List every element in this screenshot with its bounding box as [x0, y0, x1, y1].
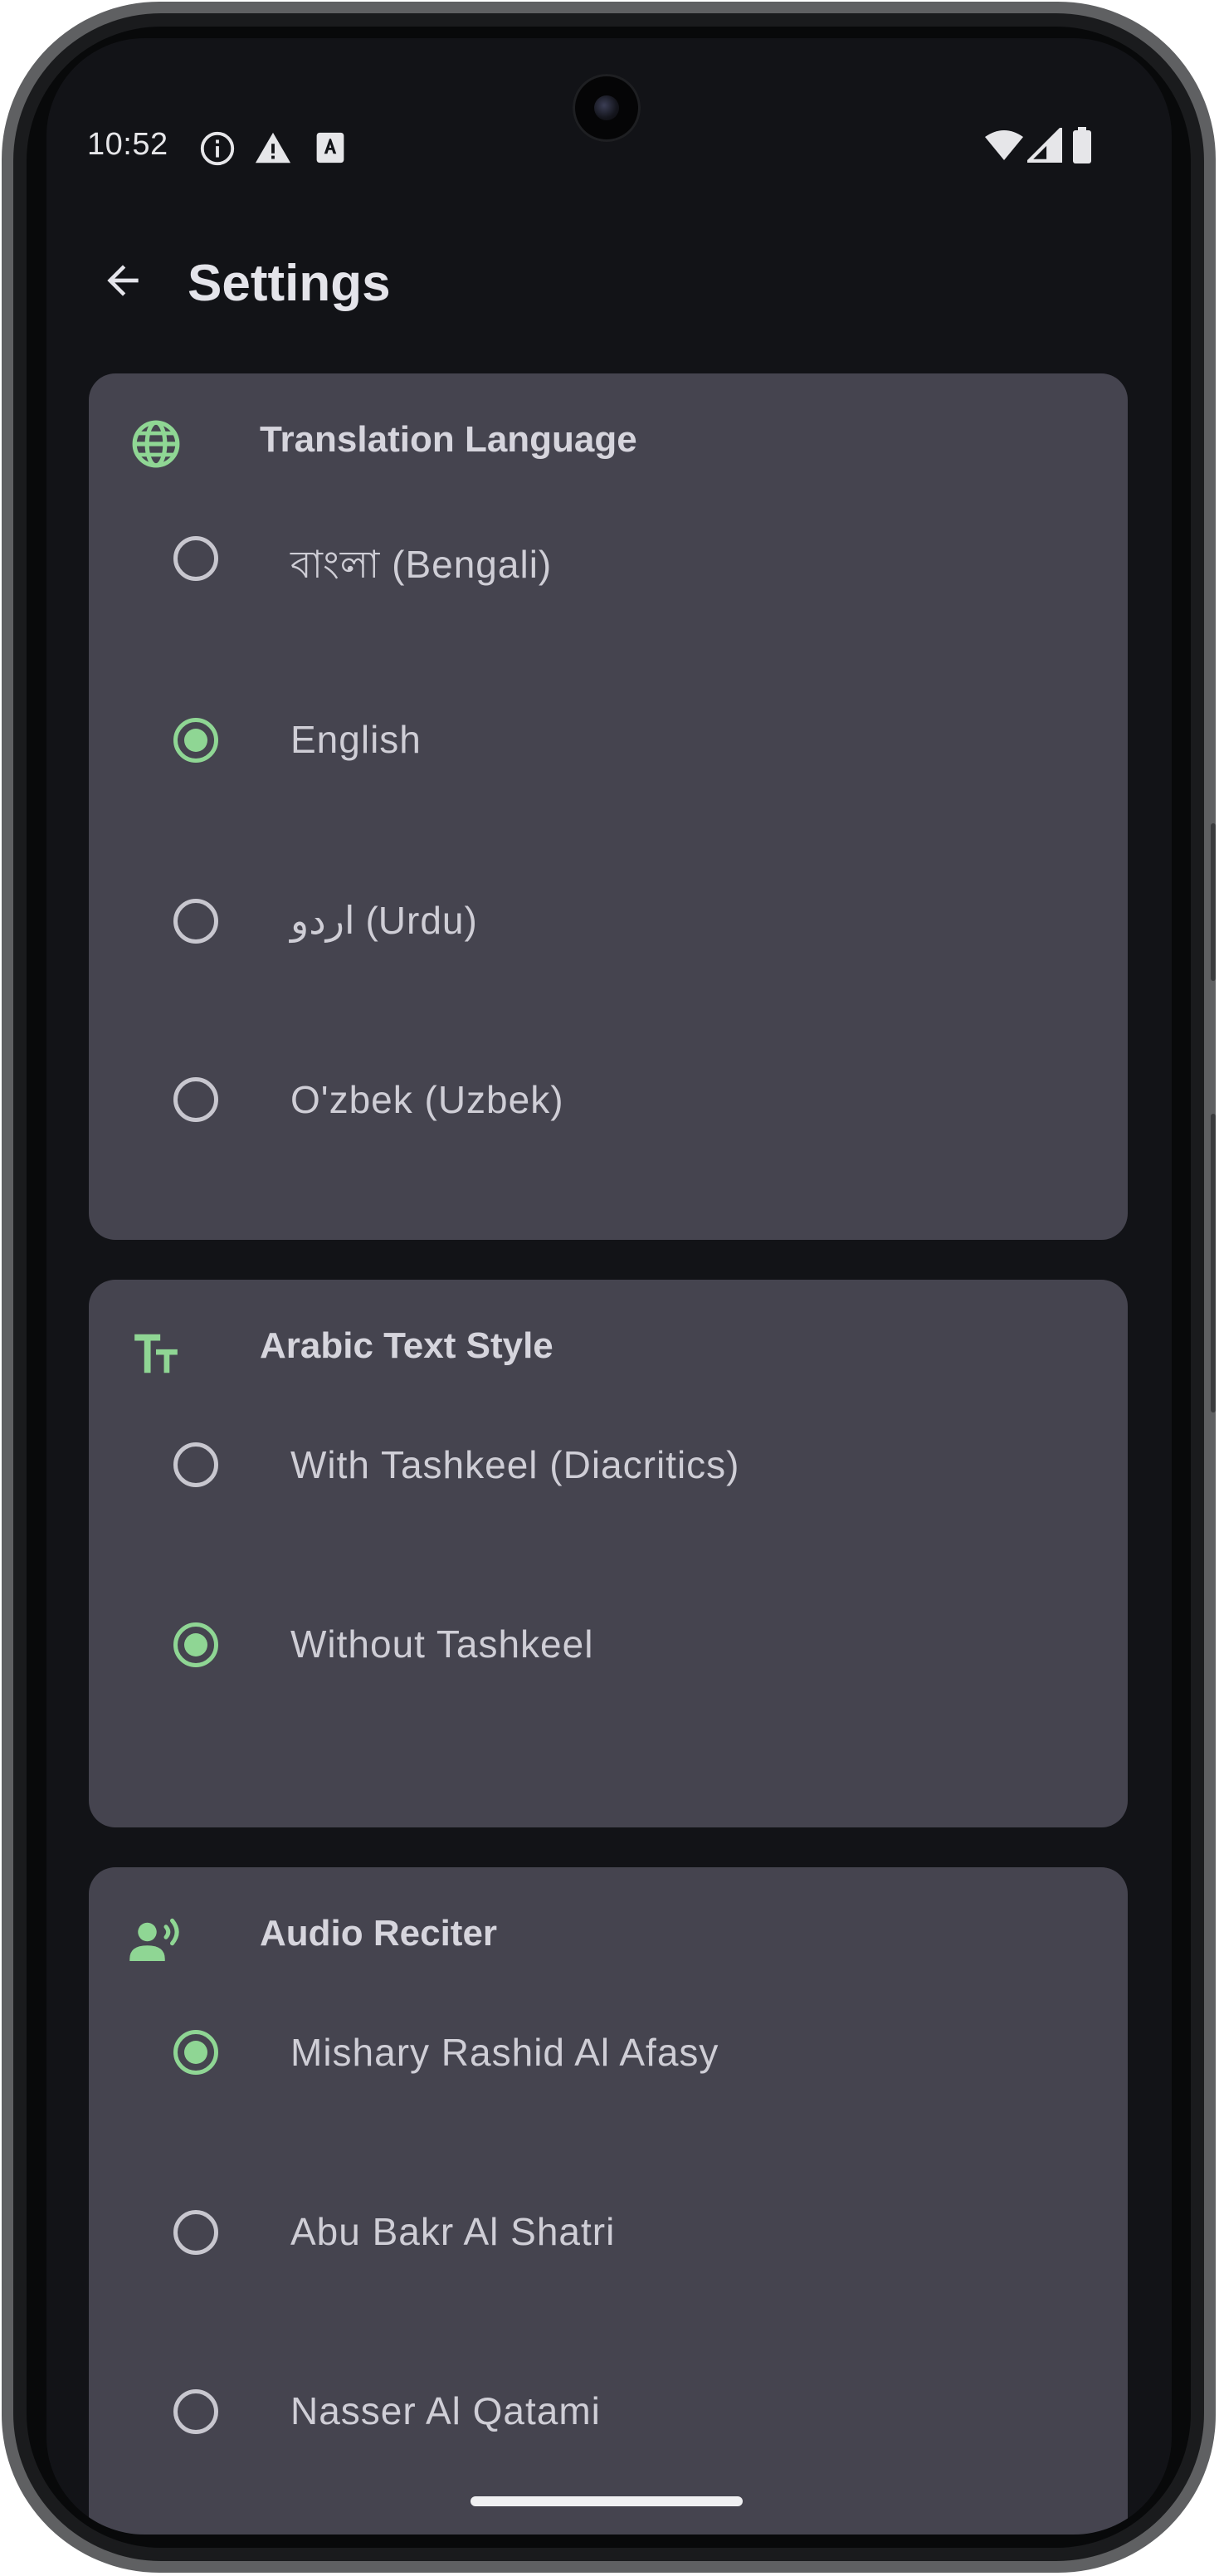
top-app-bar: Settings	[46, 221, 1172, 320]
option-english[interactable]: English	[89, 671, 1128, 803]
app-notification-icon	[316, 132, 344, 163]
option-label: Without Tashkeel	[290, 1622, 594, 1666]
radio-button[interactable]	[173, 2389, 218, 2434]
option-bengali[interactable]: বাংলা (Bengali)	[89, 490, 1128, 622]
arabic-text-style-card: Arabic Text Style With Tashkeel (Diacrit…	[89, 1280, 1128, 1827]
option-label: اردو (Urdu)	[290, 899, 477, 942]
page-title: Settings	[188, 255, 391, 312]
radio-button[interactable]	[173, 2210, 218, 2255]
home-indicator[interactable]	[471, 2496, 743, 2506]
option-without-tashkeel[interactable]: Without Tashkeel	[89, 1575, 1128, 1708]
section-title: Translation Language	[260, 419, 637, 460]
text-size-icon	[134, 1334, 178, 1373]
audio-reciter-card: Audio Reciter Mishary Rashid Al Afasy Ab…	[89, 1867, 1128, 2535]
back-button[interactable]	[90, 247, 156, 314]
radio-button[interactable]	[173, 899, 218, 944]
section-title: Arabic Text Style	[260, 1325, 553, 1366]
radio-button[interactable]	[173, 1077, 218, 1122]
radio-button-selected[interactable]	[173, 718, 218, 763]
radio-button[interactable]	[173, 1442, 218, 1487]
option-with-tashkeel[interactable]: With Tashkeel (Diacritics)	[89, 1396, 1128, 1529]
option-abu-bakr[interactable]: Abu Bakr Al Shatri	[89, 2163, 1128, 2295]
radio-button[interactable]	[173, 536, 218, 581]
option-label: With Tashkeel (Diacritics)	[290, 1443, 740, 1486]
status-time: 10:52	[87, 127, 168, 162]
arrow-back-icon	[107, 265, 139, 296]
option-label: O'zbek (Uzbek)	[290, 1078, 564, 1121]
radio-button-selected[interactable]	[173, 1622, 218, 1667]
front-camera	[573, 74, 641, 142]
info-icon	[200, 131, 235, 166]
wifi-icon	[985, 130, 1023, 160]
app-screen: 10:52 Settings Translation Language বাংল…	[46, 38, 1172, 2535]
battery-icon	[1073, 127, 1091, 163]
section-title: Audio Reciter	[260, 1913, 498, 1954]
globe-icon	[132, 420, 180, 468]
option-nasser-al-qatami[interactable]: Nasser Al Qatami	[89, 2342, 1128, 2475]
option-label: Abu Bakr Al Shatri	[290, 2210, 616, 2253]
translation-language-card: Translation Language বাংলা (Bengali) Eng…	[89, 373, 1128, 1240]
volume-button	[1211, 823, 1216, 981]
power-button	[1211, 1114, 1216, 1412]
option-uzbek[interactable]: O'zbek (Uzbek)	[89, 1031, 1128, 1164]
radio-button-selected[interactable]	[173, 2030, 218, 2075]
option-label: বাংলা (Bengali)	[290, 543, 553, 586]
cellular-signal-icon	[1027, 128, 1062, 163]
option-urdu[interactable]: اردو (Urdu)	[89, 851, 1128, 984]
voice-person-icon	[129, 1918, 179, 1961]
status-bar: 10:52	[46, 38, 1172, 188]
warning-icon	[255, 132, 291, 163]
option-label: English	[290, 718, 422, 761]
option-label: Mishary Rashid Al Afasy	[290, 2031, 719, 2074]
option-mishary-rashid[interactable]: Mishary Rashid Al Afasy	[89, 1983, 1128, 2116]
option-label: Nasser Al Qatami	[290, 2389, 601, 2432]
